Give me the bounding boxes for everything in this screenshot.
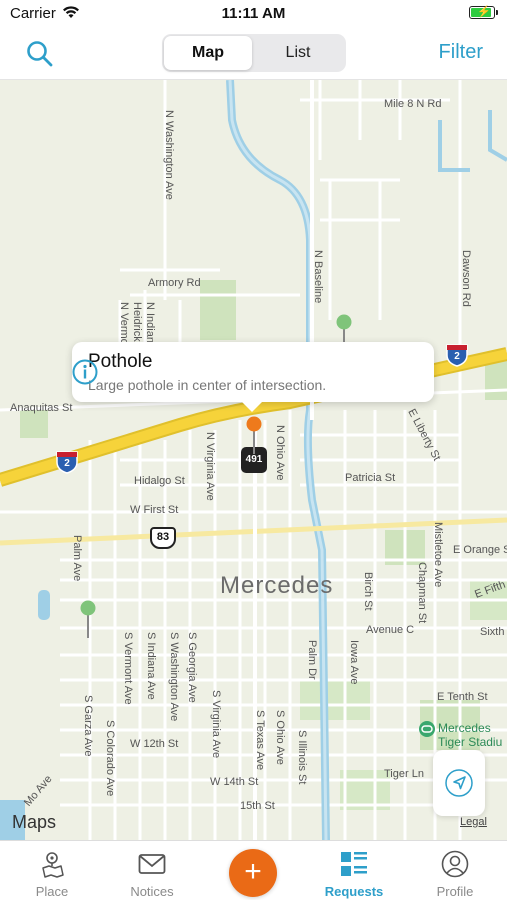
street-label: S Ohio Ave: [274, 710, 286, 765]
maps-attribution: Maps: [12, 812, 57, 832]
locate-me-button[interactable]: [433, 750, 485, 816]
street-label: E Orange St: [453, 544, 507, 556]
filter-button[interactable]: Filter: [439, 41, 483, 64]
street-label: Palm Ave: [71, 535, 83, 582]
street-label: Hidalgo St: [134, 475, 185, 487]
street-label: Chapman St: [416, 562, 428, 624]
street-label: E Tenth St: [437, 691, 488, 703]
view-segmented-control: Map List: [162, 34, 346, 72]
street-label: W First St: [130, 504, 179, 516]
tab-label: Profile: [436, 884, 474, 899]
street-label: S Colorado Ave: [104, 720, 116, 797]
map-view[interactable]: Mile 8 N Rd N Washington Ave Armory Rd N…: [0, 80, 507, 840]
map-pin-selected[interactable]: [246, 416, 262, 456]
tab-label: Notices: [130, 884, 174, 899]
callout-description: Large pothole in center of intersection.: [88, 377, 327, 393]
map-segment[interactable]: Map: [164, 36, 252, 70]
plus-icon: +: [244, 855, 262, 888]
stadium-label: Mercedes Tiger Stadiu: [438, 721, 503, 749]
tab-label: Place: [35, 884, 69, 899]
tab-requests[interactable]: Requests: [304, 841, 404, 900]
clock: 11:11 AM: [221, 5, 286, 22]
street-label: S Garza Ave: [82, 695, 94, 757]
stadium-icon: [419, 721, 435, 737]
street-label: Iowa Ave: [348, 640, 360, 685]
street-label: Sixth: [480, 626, 505, 638]
battery-icon: ⚡: [469, 6, 498, 19]
street-label: Mistletoe Ave: [432, 522, 444, 588]
profile-icon: [441, 850, 469, 878]
street-label: N Washington Ave: [163, 110, 175, 200]
tab-bar: Place Notices + Requests Profile: [0, 840, 507, 900]
street-label: S Georgia Ave: [186, 632, 198, 703]
add-request-button[interactable]: +: [229, 849, 277, 897]
tab-label: Requests: [324, 884, 384, 899]
mail-icon: [138, 854, 166, 874]
map-pin-green[interactable]: [80, 600, 96, 640]
top-navigation: Map List Filter: [0, 28, 507, 80]
street-label: W 14th St: [210, 776, 259, 788]
legal-link[interactable]: Legal: [460, 816, 487, 828]
street-label: N Baseline: [312, 250, 324, 304]
interstate-shield: 2: [445, 343, 469, 367]
status-bar: Carrier 11:11 AM ⚡: [0, 0, 507, 28]
street-label: Palm Dr: [306, 640, 318, 680]
city-label: Mercedes: [220, 572, 334, 599]
street-label: S Vermont Ave: [122, 632, 134, 705]
street-label: Mile 8 N Rd: [384, 98, 442, 110]
street-label: Armory Rd: [148, 277, 201, 289]
street-label: Tiger Ln: [384, 768, 424, 780]
location-arrow-icon: [445, 769, 473, 797]
street-label: Heidrick: [131, 302, 143, 342]
street-label: S Texas Ave: [254, 710, 266, 771]
street-label: N Virginia Ave: [204, 432, 216, 501]
street-label: W 12th St: [130, 738, 179, 750]
tab-profile[interactable]: Profile: [405, 841, 505, 900]
street-label: Anaquitas St: [10, 402, 73, 414]
list-icon: [341, 852, 367, 876]
place-pin-icon: [42, 852, 64, 878]
info-icon[interactable]: [72, 359, 98, 385]
street-label: Patricia St: [345, 472, 396, 484]
street-label: N Ohio Ave: [274, 425, 286, 481]
interstate-shield: 2: [55, 450, 79, 474]
street-label: Dawson Rd: [460, 250, 472, 307]
pin-callout[interactable]: Pothole Large pothole in center of inter…: [72, 342, 434, 412]
us-route-shield: 83: [150, 527, 176, 549]
street-label: S Washington Ave: [168, 632, 180, 722]
street-label: S Indiana Ave: [145, 632, 157, 700]
street-label: S Illinois St: [296, 730, 308, 785]
street-label: Birch St: [362, 572, 374, 611]
street-label: Avenue C: [366, 624, 415, 636]
search-icon[interactable]: [26, 40, 54, 68]
list-segment[interactable]: List: [254, 36, 342, 70]
tab-notices[interactable]: Notices: [102, 841, 202, 900]
street-label: 15th St: [240, 800, 275, 812]
tab-place[interactable]: Place: [2, 841, 102, 900]
street-label: S Virginia Ave: [210, 690, 222, 759]
